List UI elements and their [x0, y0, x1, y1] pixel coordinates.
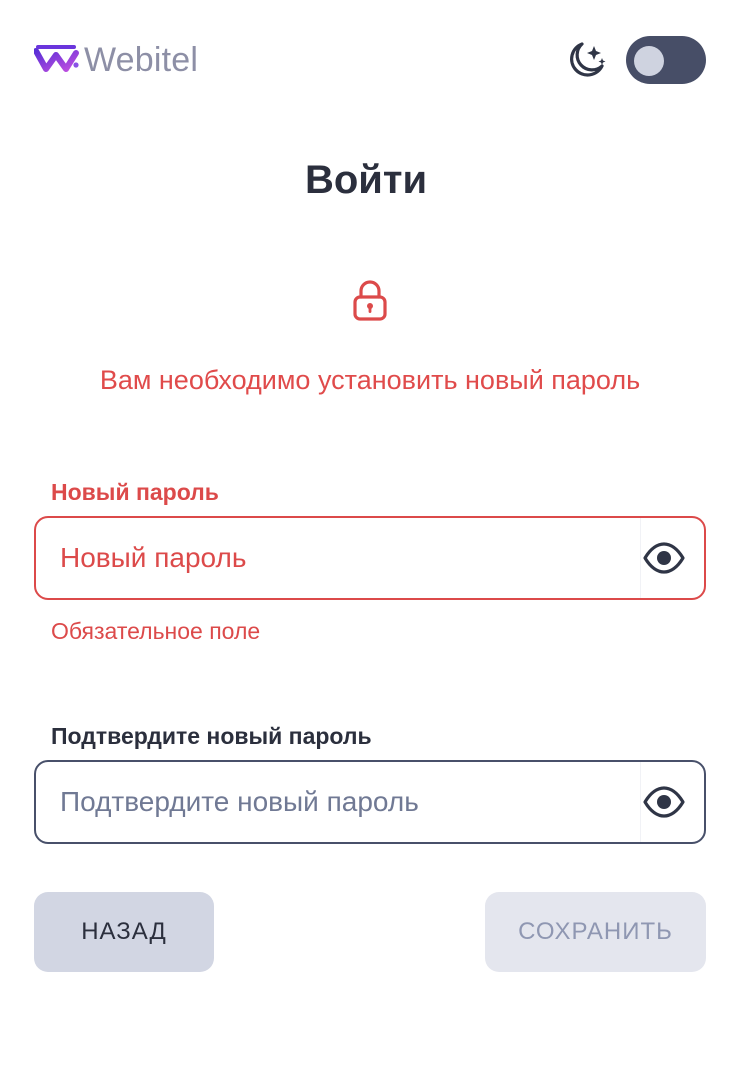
webitel-logo-icon	[34, 45, 79, 72]
new-password-field	[34, 516, 706, 600]
eye-icon[interactable]	[642, 780, 686, 824]
confirm-password-field	[34, 760, 706, 844]
lock-icon	[350, 279, 390, 323]
new-password-error: Обязательное поле	[51, 618, 261, 644]
new-password-input[interactable]	[60, 518, 630, 598]
confirm-password-label: Подтвердите новый пароль	[51, 723, 372, 749]
logo-text: Webitel	[84, 41, 199, 79]
new-password-label: Новый пароль	[51, 479, 219, 505]
moon-stars-icon[interactable]	[564, 38, 608, 82]
eye-icon[interactable]	[642, 536, 686, 580]
confirm-password-input[interactable]	[60, 762, 630, 842]
password-reset-alert: Вам необходимо установить новый пароль	[99, 365, 641, 395]
app-logo: Webitel	[34, 38, 198, 82]
toggle-knob	[634, 46, 664, 76]
back-button[interactable]: НАЗАД	[34, 892, 214, 972]
field-divider	[640, 762, 641, 842]
page-title: Войти	[304, 158, 428, 202]
save-button[interactable]: СОХРАНИТЬ	[485, 892, 706, 972]
theme-toggle[interactable]	[626, 36, 706, 84]
field-divider	[640, 518, 641, 598]
